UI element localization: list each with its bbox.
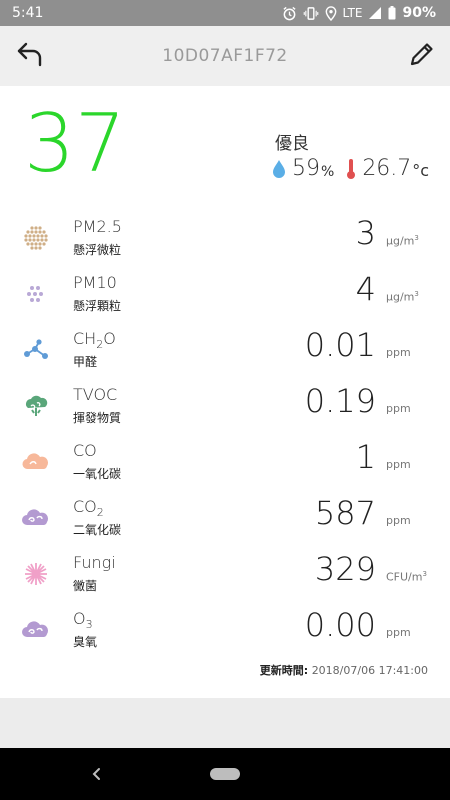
metric-unit: μg/m3 — [386, 234, 419, 248]
humidity-drop-icon — [272, 159, 286, 179]
co-cloud-icon — [22, 448, 50, 476]
metric-unit: ppm — [386, 402, 411, 415]
app-bar: 10D07AF1F72 — [0, 26, 450, 86]
edit-button[interactable] — [406, 40, 438, 72]
air-quality-card: 37 優良 59 % 26.7 °c PM2.5 懸浮微粒 3 μg/m3 PM… — [0, 86, 450, 698]
metric-row-ch2o: CH2O 甲醛 0.01 ppm — [0, 324, 450, 380]
metric-label: 黴菌 — [73, 579, 98, 593]
temperature-unit: °c — [412, 160, 430, 180]
last-updated-value: 2018/07/06 17:41:00 — [311, 664, 428, 677]
device-title: 10D07AF1F72 — [162, 46, 288, 66]
vibrate-icon — [303, 6, 319, 21]
alarm-icon — [282, 6, 297, 21]
system-nav-bar — [0, 748, 450, 800]
temperature-value: 26.7 — [362, 156, 412, 181]
metric-value: 329 — [314, 550, 376, 588]
status-bar: 5:41 LTE 90% — [0, 0, 450, 26]
metric-name: CO2 — [73, 497, 104, 520]
metric-value: 0.01 — [304, 326, 376, 364]
metric-value: 587 — [314, 494, 376, 532]
metric-label: 懸浮微粒 — [73, 243, 122, 257]
back-arrow-icon — [15, 40, 45, 72]
metric-row-pm10: PM10 懸浮顆粒 4 μg/m3 — [0, 268, 450, 324]
status-time: 5:41 — [12, 5, 44, 21]
metric-name: PM2.5 — [73, 217, 122, 236]
status-icons: LTE 90% — [282, 5, 436, 21]
metric-name: CO — [73, 441, 97, 460]
metric-name: O3 — [73, 609, 93, 632]
metric-row-co: CO 一氧化碳 1 ppm — [0, 436, 450, 492]
back-button[interactable] — [14, 40, 46, 72]
nav-back-button[interactable] — [90, 765, 104, 783]
signal-icon — [368, 6, 382, 20]
metric-name: TVOC — [73, 385, 118, 404]
humidity-value: 59 — [292, 156, 320, 181]
battery-level: 90% — [402, 5, 436, 21]
climate-readings: 59 % 26.7 °c — [272, 156, 429, 181]
nav-home-pill[interactable] — [210, 768, 240, 780]
metric-value: 1 — [355, 438, 376, 476]
metric-unit: μg/m3 — [386, 290, 419, 304]
battery-icon — [388, 6, 396, 20]
thermometer-icon — [346, 158, 356, 180]
metric-row-fungi: Fungi 黴菌 329 CFU/m3 — [0, 548, 450, 604]
metric-label: 一氧化碳 — [73, 467, 122, 481]
last-updated: 更新時間: 2018/07/06 17:41:00 — [260, 662, 428, 678]
metric-name: CH2O — [73, 329, 116, 352]
metric-unit: CFU/m3 — [386, 570, 427, 584]
pm10-dots-icon — [22, 280, 50, 308]
humidity-unit: % — [321, 163, 335, 180]
metric-row-tvoc: TVOC 揮發物質 0.19 ppm — [0, 380, 450, 436]
metric-unit: ppm — [386, 626, 411, 639]
co2-cloud-icon — [22, 504, 50, 532]
nav-back-chevron-icon — [90, 768, 104, 787]
metric-unit: ppm — [386, 458, 411, 471]
tvoc-cloud-icon — [22, 392, 50, 420]
last-updated-label: 更新時間: — [259, 664, 309, 677]
metric-label: 懸浮顆粒 — [73, 299, 122, 313]
network-type: LTE — [342, 6, 363, 20]
metric-label: 甲醛 — [73, 355, 98, 369]
metric-value: 0.00 — [304, 606, 376, 644]
aqi-value: 37 — [24, 97, 126, 190]
pm25-dots-icon — [22, 224, 50, 252]
metric-value: 4 — [355, 270, 376, 308]
fungi-burst-icon — [22, 560, 50, 588]
metric-name: Fungi — [73, 553, 116, 572]
o3-cloud-icon — [22, 616, 50, 644]
metric-name: PM10 — [73, 273, 117, 292]
aqi-level: 優良 — [275, 134, 309, 154]
molecule-icon — [22, 336, 50, 364]
metric-unit: ppm — [386, 346, 411, 359]
metric-value: 3 — [355, 214, 376, 252]
metric-unit: ppm — [386, 514, 411, 527]
metric-value: 0.19 — [304, 382, 376, 420]
location-icon — [325, 5, 337, 21]
metric-label: 揮發物質 — [73, 411, 122, 425]
metric-row-co2: CO2 二氧化碳 587 ppm — [0, 492, 450, 548]
metric-label: 二氧化碳 — [73, 523, 122, 537]
pencil-icon — [408, 40, 436, 72]
metric-row-pm25: PM2.5 懸浮微粒 3 μg/m3 — [0, 212, 450, 268]
metric-row-o3: O3 臭氧 0.00 ppm — [0, 604, 450, 660]
metric-label: 臭氧 — [73, 635, 98, 649]
